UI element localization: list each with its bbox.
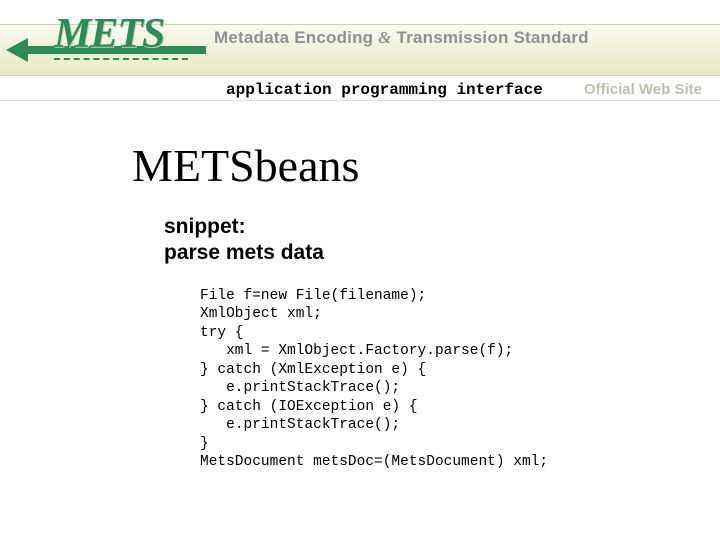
page-title: METSbeans bbox=[132, 139, 720, 192]
slide-content: METSbeans snippet: parse mets data File … bbox=[0, 101, 720, 472]
logo-underline bbox=[54, 58, 188, 60]
code-block: File f=new File(filename); XmlObject xml… bbox=[200, 287, 720, 472]
subtitle-post: Transmission Standard bbox=[392, 28, 589, 47]
banner-subtitle: Metadata Encoding & Transmission Standar… bbox=[214, 28, 589, 48]
subtitle-amp: & bbox=[378, 28, 391, 47]
official-web-site-label: Official Web Site bbox=[584, 81, 702, 98]
api-label: application programming interface bbox=[224, 81, 545, 99]
header-banner: METS Metadata Encoding & Transmission St… bbox=[0, 0, 720, 101]
mets-logo: METS bbox=[54, 10, 164, 58]
snippet-desc: parse mets data bbox=[164, 240, 720, 266]
subtitle-pre: Metadata Encoding bbox=[214, 28, 378, 47]
snippet-label: snippet: bbox=[164, 214, 720, 240]
snippet-heading: snippet: parse mets data bbox=[164, 214, 720, 267]
